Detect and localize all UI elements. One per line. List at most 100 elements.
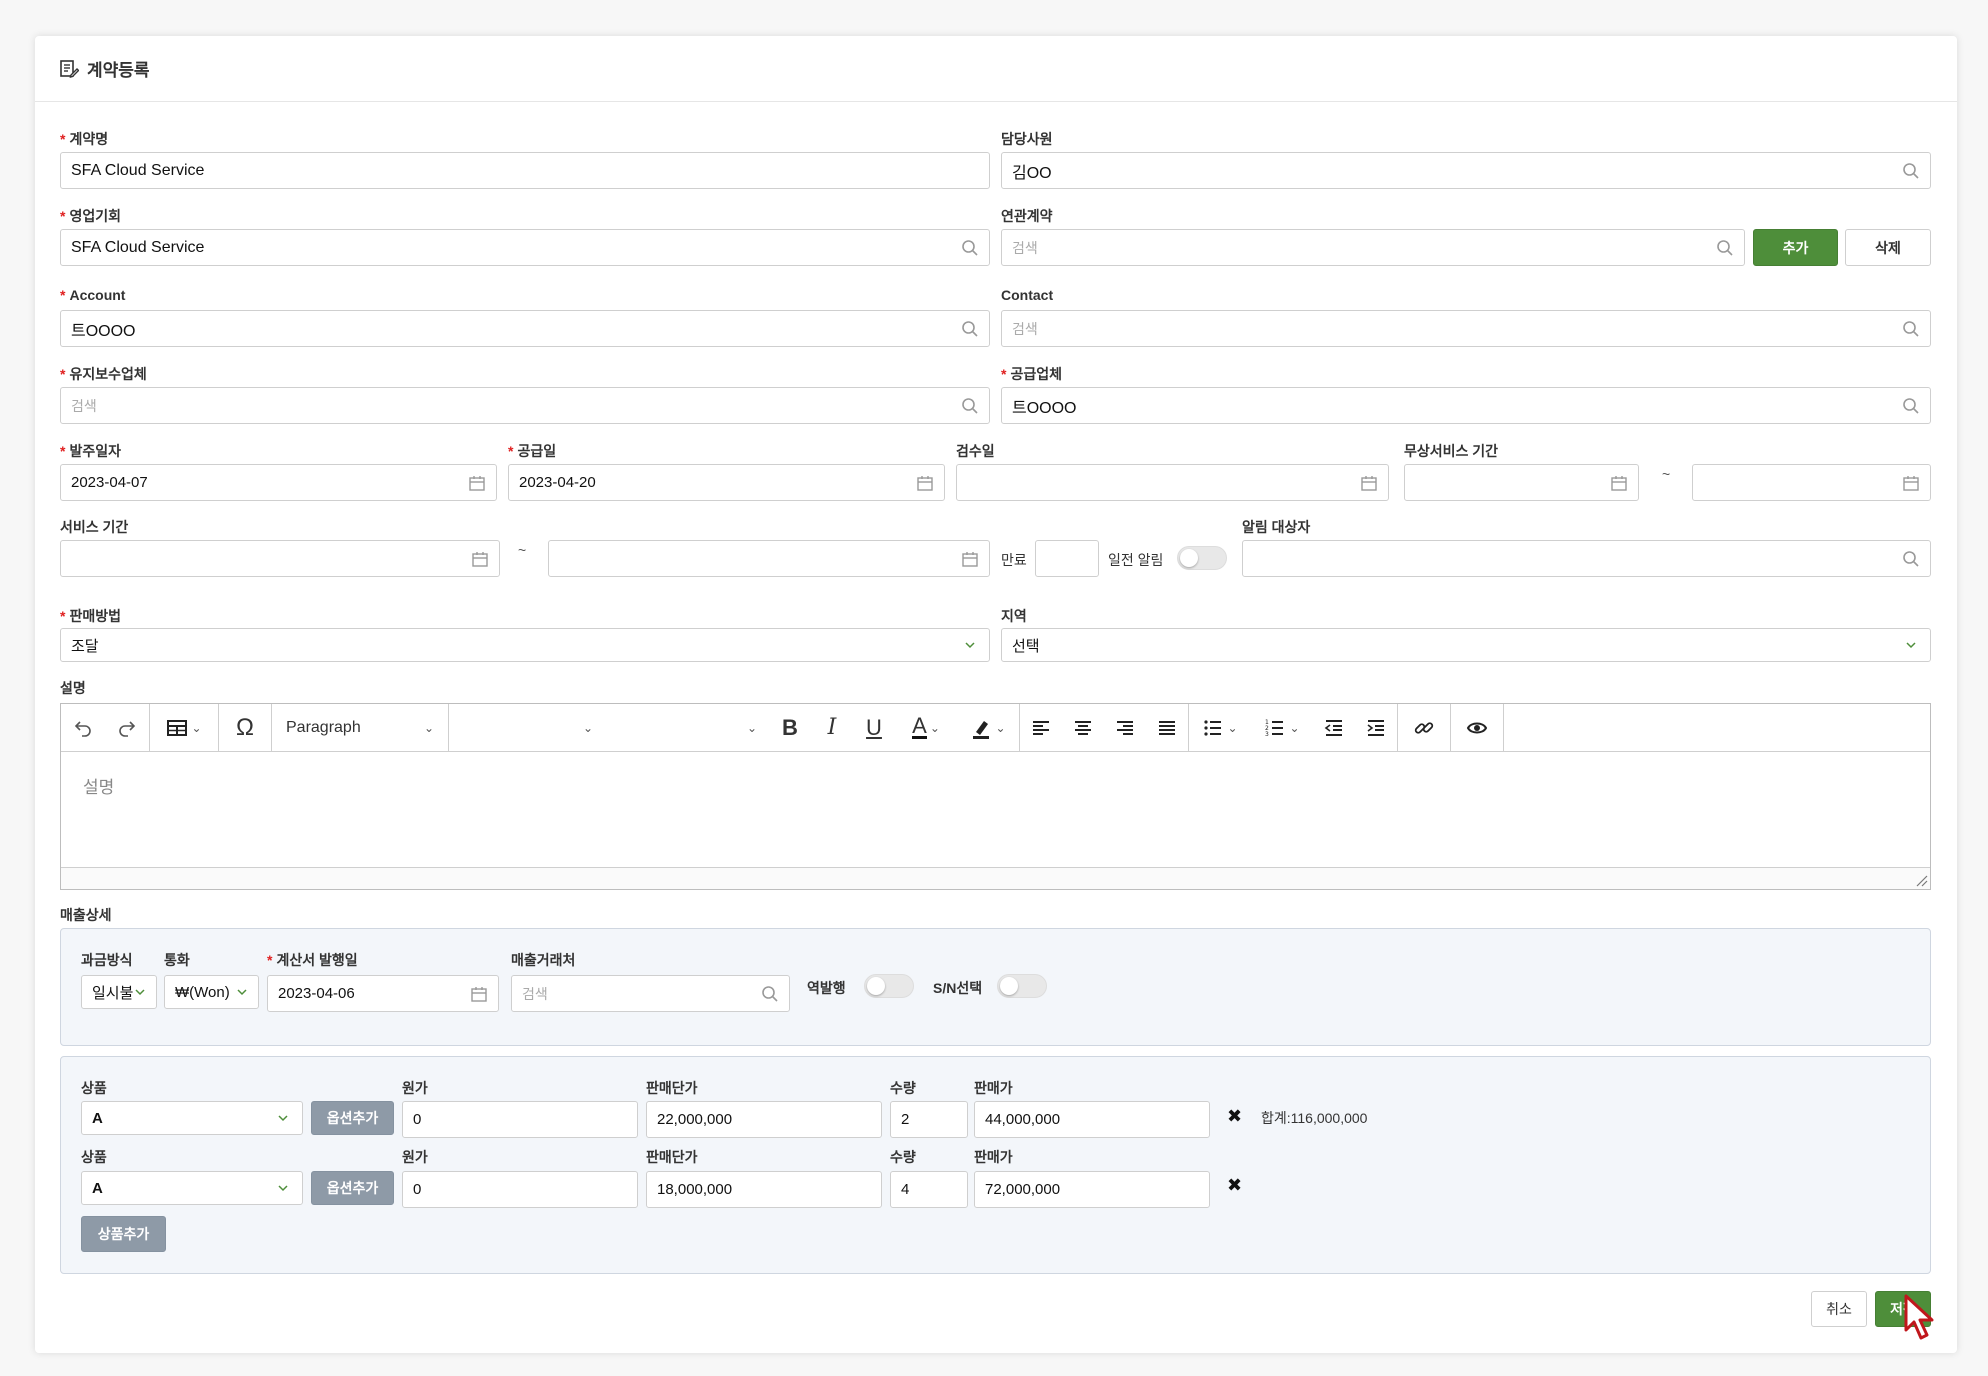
related-contract-input[interactable]: 검색 xyxy=(1001,229,1745,266)
indent-button[interactable] xyxy=(1355,704,1397,752)
service-start-input[interactable] xyxy=(60,540,500,577)
bold-button[interactable]: B xyxy=(769,704,811,752)
supplier-input[interactable]: 트OOOO xyxy=(1001,387,1931,424)
calendar-icon[interactable] xyxy=(471,550,489,568)
calendar-icon[interactable] xyxy=(916,474,934,492)
chevron-down-icon: ⌄ xyxy=(423,720,434,735)
mouse-cursor-icon xyxy=(1904,1294,1934,1340)
font-family-dropdown[interactable]: ⌄ xyxy=(605,704,769,752)
remove-row-icon[interactable]: ✖ xyxy=(1227,1106,1242,1127)
remove-row-icon[interactable]: ✖ xyxy=(1227,1175,1242,1196)
search-icon[interactable] xyxy=(1902,397,1920,415)
reverse-issue-toggle[interactable] xyxy=(864,974,914,998)
italic-button[interactable]: I xyxy=(811,704,853,752)
expiry-days-input[interactable] xyxy=(1035,540,1099,577)
calendar-icon[interactable] xyxy=(470,985,488,1003)
description-textarea[interactable]: 설명 xyxy=(61,753,1930,869)
region-select[interactable]: 선택 xyxy=(1001,628,1931,662)
redo-button[interactable] xyxy=(105,704,149,752)
inspection-date-input[interactable] xyxy=(956,464,1389,501)
description-label: 설명 xyxy=(60,680,86,696)
calendar-icon[interactable] xyxy=(961,550,979,568)
cost-input[interactable]: 0 xyxy=(402,1171,638,1208)
outdent-button[interactable] xyxy=(1313,704,1355,752)
font-color-button[interactable]: A ⌄ xyxy=(895,704,957,752)
search-icon[interactable] xyxy=(1902,162,1920,180)
maintenance-vendor-input[interactable]: 검색 xyxy=(60,387,990,424)
numbered-list-button[interactable]: 123 ⌄ xyxy=(1251,704,1313,752)
contract-name-input[interactable]: SFA Cloud Service xyxy=(60,152,990,189)
search-icon[interactable] xyxy=(1902,320,1920,338)
contract-form-card: 계약등록 * 계약명 SFA Cloud Service 담당사원 김OO * 영업… xyxy=(35,36,1957,1353)
special-character-button[interactable]: Ω xyxy=(219,704,271,752)
align-justify-button[interactable] xyxy=(1146,704,1188,752)
align-left-button[interactable] xyxy=(1020,704,1062,752)
bulleted-list-button[interactable]: ⌄ xyxy=(1189,704,1251,752)
sales-method-select[interactable]: 조달 xyxy=(60,628,990,662)
order-date-input[interactable]: 2023-04-07 xyxy=(60,464,497,501)
undo-button[interactable] xyxy=(61,704,105,752)
price-col-label: 판매가 xyxy=(974,1149,1013,1165)
align-right-button[interactable] xyxy=(1104,704,1146,752)
calendar-icon[interactable] xyxy=(1610,474,1628,492)
qty-input[interactable]: 4 xyxy=(890,1171,968,1208)
account-input[interactable]: 트OOOO xyxy=(60,310,990,347)
price-input[interactable]: 44,000,000 xyxy=(974,1101,1210,1138)
cost-input[interactable]: 0 xyxy=(402,1101,638,1138)
product-add-button[interactable]: 상품추가 xyxy=(81,1216,166,1252)
invoice-date-label: * 계산서 발행일 xyxy=(267,952,358,968)
qty-input[interactable]: 2 xyxy=(890,1101,968,1138)
insert-table-button[interactable]: ⌄ xyxy=(150,704,218,752)
chevron-down-icon: ⌄ xyxy=(191,720,202,735)
sn-select-toggle[interactable] xyxy=(997,974,1047,998)
calendar-icon[interactable] xyxy=(468,474,486,492)
notify-target-input[interactable] xyxy=(1242,540,1931,577)
outdent-icon xyxy=(1324,719,1342,736)
bold-icon: B xyxy=(782,714,798,740)
unit-price-input[interactable]: 22,000,000 xyxy=(646,1101,882,1138)
free-service-start-input[interactable] xyxy=(1404,464,1639,501)
invoice-date-input[interactable]: 2023-04-06 xyxy=(267,975,499,1012)
contact-label: Contact xyxy=(1001,287,1054,303)
expiry-notify-toggle[interactable] xyxy=(1177,546,1227,570)
contact-input[interactable]: 검색 xyxy=(1001,310,1931,347)
search-icon[interactable] xyxy=(961,239,979,257)
underline-button[interactable]: U xyxy=(853,704,895,752)
search-icon[interactable] xyxy=(1716,239,1734,257)
supply-date-label: * 공급일 xyxy=(508,443,557,459)
period-tilde: ~ xyxy=(518,542,527,558)
search-icon[interactable] xyxy=(961,397,979,415)
option-add-button[interactable]: 옵션추가 xyxy=(311,1101,394,1135)
insert-link-button[interactable] xyxy=(1398,704,1450,752)
product-select[interactable]: A xyxy=(81,1171,303,1205)
align-center-button[interactable] xyxy=(1062,704,1104,752)
notify-before-label: 일전 알림 xyxy=(1108,552,1164,568)
paragraph-dropdown[interactable]: Paragraph ⌄ xyxy=(272,704,448,752)
search-icon[interactable] xyxy=(761,985,779,1003)
free-service-period-label: 무상서비스 기간 xyxy=(1404,443,1499,459)
search-icon[interactable] xyxy=(961,320,979,338)
cancel-button[interactable]: 취소 xyxy=(1811,1291,1867,1327)
unit-price-input[interactable]: 18,000,000 xyxy=(646,1171,882,1208)
option-add-button[interactable]: 옵션추가 xyxy=(311,1171,394,1205)
calendar-icon[interactable] xyxy=(1360,474,1378,492)
delete-related-contract-button[interactable]: 삭제 xyxy=(1845,229,1931,266)
staff-input[interactable]: 김OO xyxy=(1001,152,1931,189)
search-icon[interactable] xyxy=(1902,550,1920,568)
sales-partner-input[interactable]: 검색 xyxy=(511,975,790,1012)
calendar-icon[interactable] xyxy=(1902,474,1920,492)
chevron-down-icon: ⌄ xyxy=(1289,720,1300,735)
supply-date-input[interactable]: 2023-04-20 xyxy=(508,464,945,501)
resize-handle-icon[interactable] xyxy=(1914,873,1928,887)
price-input[interactable]: 72,000,000 xyxy=(974,1171,1210,1208)
opportunity-input[interactable]: SFA Cloud Service xyxy=(60,229,990,266)
font-size-dropdown[interactable]: ⌄ xyxy=(449,704,605,752)
free-service-end-input[interactable] xyxy=(1692,464,1931,501)
add-related-contract-button[interactable]: 추가 xyxy=(1753,229,1838,266)
product-select[interactable]: A xyxy=(81,1101,303,1135)
preview-button[interactable] xyxy=(1451,704,1503,752)
highlight-button[interactable]: ⌄ xyxy=(957,704,1019,752)
currency-select[interactable]: ₩(Won) xyxy=(164,975,259,1009)
service-end-input[interactable] xyxy=(548,540,990,577)
billing-method-select[interactable]: 일시불 xyxy=(81,975,157,1009)
